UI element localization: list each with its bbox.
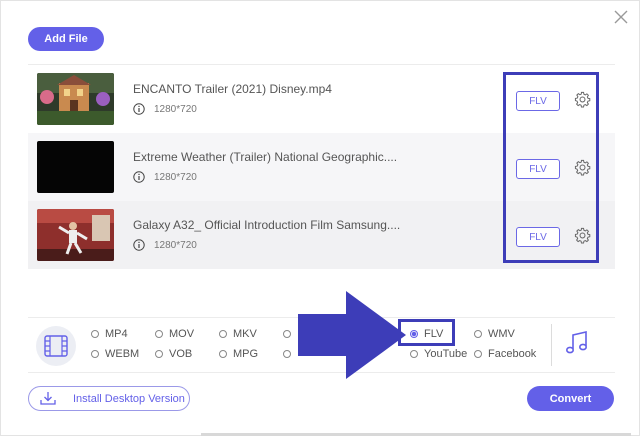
file-name: ENCANTO Trailer (2021) Disney.mp4 xyxy=(133,82,332,96)
divider xyxy=(551,324,552,366)
format-label: MP4 xyxy=(105,328,128,340)
format-label: MPG xyxy=(233,348,259,360)
close-icon[interactable] xyxy=(613,9,629,25)
format-option-mp4[interactable]: MP4 xyxy=(91,328,128,340)
format-label: MOV xyxy=(169,328,195,340)
film-icon xyxy=(44,335,68,357)
file-name: Galaxy A32_ Official Introduction Film S… xyxy=(133,218,401,232)
file-resolution: 1280*720 xyxy=(154,240,197,251)
converter-dialog: Add File ENCANTO Trailer (2021) Disney.m… xyxy=(0,0,640,436)
info-icon[interactable] xyxy=(133,239,145,251)
arrow-right-icon xyxy=(298,291,406,379)
format-label: WMV xyxy=(488,328,515,340)
music-note-icon[interactable] xyxy=(565,330,589,356)
format-option-wmv[interactable]: WMV xyxy=(474,328,515,340)
format-option-mkv[interactable]: MKV xyxy=(219,328,257,340)
format-option-vob[interactable]: VOB xyxy=(155,348,192,360)
video-thumbnail xyxy=(37,209,114,261)
format-option-hidden-2[interactable] xyxy=(283,348,297,360)
convert-button[interactable]: Convert xyxy=(527,386,614,411)
format-label: VOB xyxy=(169,348,193,360)
info-icon[interactable] xyxy=(133,171,145,183)
file-name: Extreme Weather (Trailer) National Geogr… xyxy=(133,150,398,164)
format-option-youtube[interactable]: YouTube xyxy=(410,348,467,360)
download-icon xyxy=(40,392,56,405)
install-desktop-button[interactable]: Install Desktop Version xyxy=(28,386,190,411)
video-format-tab[interactable] xyxy=(36,326,76,366)
format-label: WEBM xyxy=(105,348,140,360)
format-option-hidden[interactable] xyxy=(283,328,297,340)
format-label: Facebook xyxy=(488,348,537,360)
format-option-mov[interactable]: MOV xyxy=(155,328,194,340)
file-resolution: 1280*720 xyxy=(154,172,197,183)
format-option-webm[interactable]: WEBM xyxy=(91,348,139,360)
format-label: MKV xyxy=(233,328,257,340)
format-option-mpg[interactable]: MPG xyxy=(219,348,258,360)
format-label: YouTube xyxy=(424,348,468,360)
flv-highlight xyxy=(398,319,455,346)
format-option-facebook[interactable]: Facebook xyxy=(474,348,536,360)
video-thumbnail xyxy=(37,73,114,125)
format-settings-highlight xyxy=(503,72,599,263)
file-resolution: 1280*720 xyxy=(154,104,197,115)
install-desktop-label: Install Desktop Version xyxy=(73,393,185,405)
info-icon[interactable] xyxy=(133,103,145,115)
video-thumbnail xyxy=(37,141,114,193)
add-file-button[interactable]: Add File xyxy=(28,27,104,51)
